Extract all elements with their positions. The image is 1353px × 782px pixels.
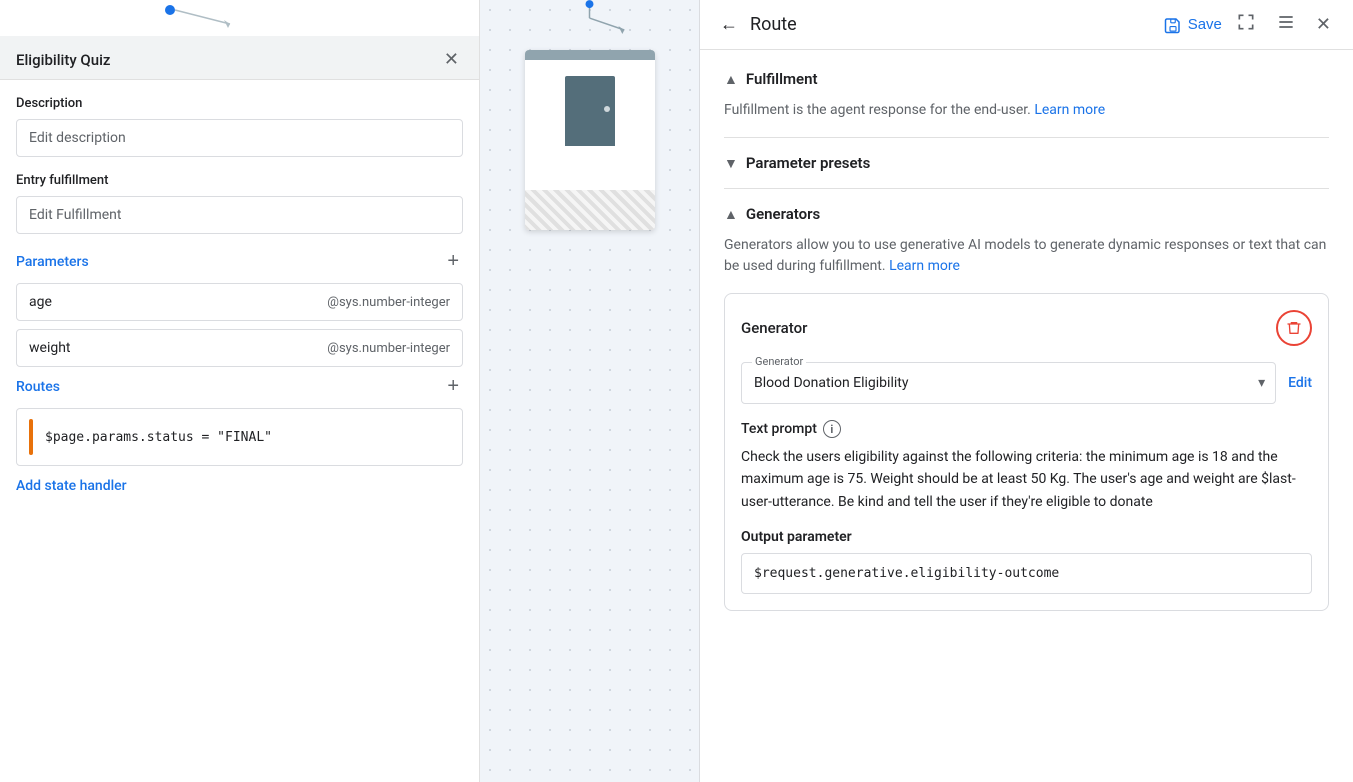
canvas-area: [480, 0, 700, 782]
routes-list: $page.params.status = "FINAL": [16, 408, 463, 466]
save-label: Save: [1188, 16, 1222, 33]
delete-generator-button[interactable]: [1276, 310, 1312, 346]
generators-header[interactable]: ▲ Generators: [724, 205, 1329, 223]
routes-section: Routes + $page.params.status = "FINAL": [16, 375, 463, 466]
add-parameter-button[interactable]: +: [443, 250, 463, 273]
fulfillment-chevron-up: ▲: [724, 71, 738, 88]
entry-fulfillment-field[interactable]: Edit Fulfillment: [16, 196, 463, 234]
output-param-label: Output parameter: [741, 529, 1312, 545]
parameter-row-age[interactable]: age @sys.number-integer: [16, 283, 463, 321]
generators-chevron-up: ▲: [724, 206, 738, 223]
node-body: [525, 60, 655, 162]
layout-button[interactable]: [1270, 8, 1302, 41]
text-prompt-content: Check the users eligibility against the …: [741, 446, 1312, 513]
param-name-age: age: [29, 294, 52, 310]
add-route-button[interactable]: +: [443, 375, 463, 398]
route-item-0[interactable]: $page.params.status = "FINAL": [16, 408, 463, 466]
node-icon-area: [555, 66, 625, 156]
generator-select-row: Generator Blood Donation Eligibility ▾ E…: [741, 362, 1312, 404]
panel-content: Description Edit description Entry fulfi…: [0, 80, 479, 782]
text-prompt-header: Text prompt i: [741, 420, 1312, 438]
info-icon[interactable]: i: [823, 420, 841, 438]
close-button[interactable]: ✕: [440, 45, 463, 74]
param-type-weight: @sys.number-integer: [327, 341, 450, 356]
output-param-field[interactable]: $request.generative.eligibility-outcome: [741, 553, 1312, 594]
description-label: Description: [16, 96, 463, 111]
parameters-list: age @sys.number-integer weight @sys.numb…: [16, 283, 463, 367]
param-name-weight: weight: [29, 340, 71, 356]
generator-card-header: Generator: [741, 310, 1312, 346]
save-button[interactable]: Save: [1164, 16, 1222, 34]
generator-select-wrapper[interactable]: Generator Blood Donation Eligibility ▾: [741, 362, 1276, 404]
fulfillment-learn-more[interactable]: Learn more: [1034, 102, 1105, 118]
right-header: ← Route Save ✕: [700, 0, 1353, 50]
routes-section-header: Routes +: [16, 375, 463, 398]
add-state-handler-link[interactable]: Add state handler: [16, 478, 463, 494]
generators-title: Generators: [746, 205, 820, 223]
fulfillment-header[interactable]: ▲ Fulfillment: [724, 70, 1329, 88]
parameter-row-weight[interactable]: weight @sys.number-integer: [16, 329, 463, 367]
generator-card: Generator Generator Blood Donation Eligi…: [724, 293, 1329, 611]
door-shape: [565, 76, 615, 146]
generators-description: Generators allow you to use generative A…: [724, 235, 1329, 277]
back-button[interactable]: ←: [716, 10, 742, 39]
parameter-presets-chevron-down: ▼: [724, 155, 738, 172]
right-panel: ← Route Save ✕ ▲ Fulfillment: [700, 0, 1353, 782]
generator-select-value[interactable]: Blood Donation Eligibility: [742, 363, 1275, 403]
generators-learn-more[interactable]: Learn more: [889, 258, 960, 274]
entry-fulfillment-label: Entry fulfillment: [16, 173, 463, 188]
route-title: Route: [750, 14, 1156, 35]
fulfillment-description: Fulfillment is the agent response for th…: [724, 100, 1329, 121]
parameters-link[interactable]: Parameters: [16, 254, 89, 270]
route-condition-0: $page.params.status = "FINAL": [45, 430, 272, 445]
node-top-bar: [525, 50, 655, 60]
trash-icon: [1286, 320, 1302, 336]
right-content: ▲ Fulfillment Fulfillment is the agent r…: [700, 50, 1353, 782]
divider-1: [724, 137, 1329, 138]
generators-section: ▲ Generators Generators allow you to use…: [724, 205, 1329, 611]
canvas-node: [525, 50, 655, 230]
left-panel: Eligibility Quiz ✕ Description Edit desc…: [0, 0, 480, 782]
divider-2: [724, 188, 1329, 189]
route-indicator: [29, 419, 33, 455]
fullscreen-icon: [1236, 12, 1256, 32]
panel-title: Eligibility Quiz: [16, 51, 110, 69]
generator-select-float-label: Generator: [752, 355, 806, 368]
page-header: Eligibility Quiz ✕: [0, 36, 479, 80]
description-field[interactable]: Edit description: [16, 119, 463, 157]
parameter-presets-title: Parameter presets: [746, 154, 870, 172]
generator-card-title: Generator: [741, 319, 807, 337]
fulfillment-title: Fulfillment: [746, 70, 818, 88]
close-right-button[interactable]: ✕: [1310, 10, 1337, 39]
param-type-age: @sys.number-integer: [327, 295, 450, 310]
text-prompt-label: Text prompt: [741, 421, 817, 437]
node-striped: [525, 190, 655, 230]
parameter-presets-section: ▼ Parameter presets: [724, 154, 1329, 172]
save-icon: [1164, 16, 1182, 34]
fulfillment-section: ▲ Fulfillment Fulfillment is the agent r…: [724, 70, 1329, 121]
layout-icon: [1276, 12, 1296, 32]
generator-edit-link[interactable]: Edit: [1288, 375, 1312, 391]
fullscreen-button[interactable]: [1230, 8, 1262, 41]
routes-link[interactable]: Routes: [16, 379, 60, 395]
parameter-presets-header[interactable]: ▼ Parameter presets: [724, 154, 1329, 172]
parameters-section-header: Parameters +: [16, 250, 463, 273]
door-handle: [604, 106, 610, 112]
